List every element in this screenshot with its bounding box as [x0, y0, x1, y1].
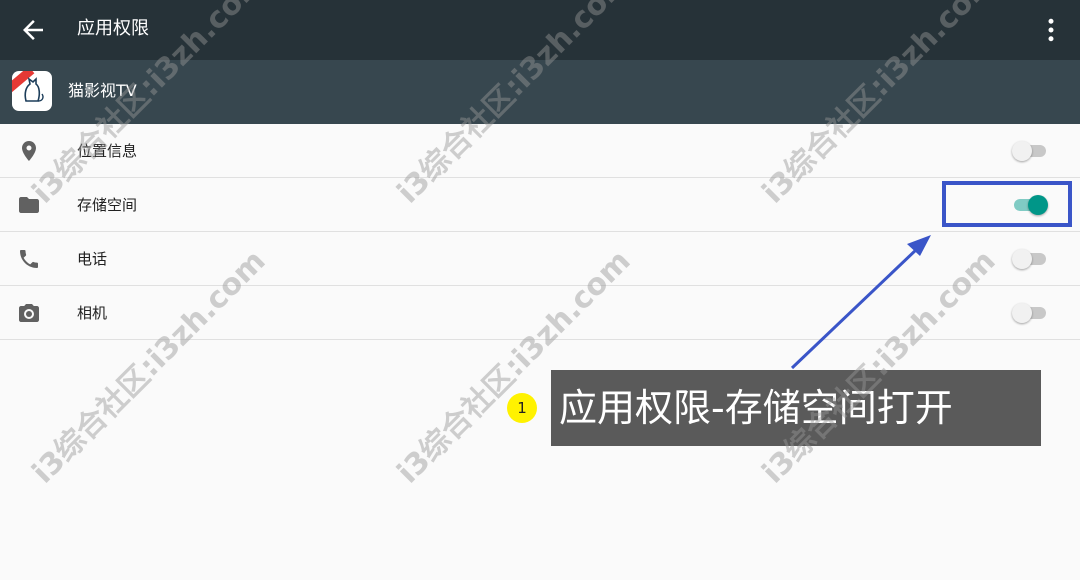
permission-row-storage[interactable]: 存储空间: [0, 178, 1080, 232]
highlight-box: [942, 181, 1072, 227]
more-vert-icon[interactable]: [1036, 15, 1066, 45]
app-header: 猫影视TV: [0, 60, 1080, 124]
app-name: 猫影视TV: [68, 81, 137, 100]
page-title: 应用权限: [77, 18, 149, 39]
permission-toggle[interactable]: [1012, 249, 1048, 269]
permission-label: 位置信息: [77, 142, 138, 160]
folder-icon: [19, 197, 39, 213]
arrow-back-icon[interactable]: [18, 15, 48, 45]
annotation-callout: 应用权限-存储空间打开: [551, 370, 1041, 446]
permission-label: 存储空间: [77, 196, 138, 214]
permission-row-phone[interactable]: 电话: [0, 232, 1080, 286]
permission-toggle[interactable]: [1012, 141, 1048, 161]
location-pin-icon: [22, 141, 36, 161]
permission-row-location[interactable]: 位置信息: [0, 124, 1080, 178]
permission-label: 电话: [77, 250, 108, 268]
permission-list: 位置信息 存储空间 电话 相机: [0, 124, 1080, 340]
permission-toggle[interactable]: [1012, 303, 1048, 323]
phone-icon: [20, 250, 38, 268]
permission-row-camera[interactable]: 相机: [0, 286, 1080, 340]
app-bar: 应用权限: [0, 0, 1080, 60]
permission-label: 相机: [77, 304, 108, 322]
camera-icon: [19, 304, 39, 322]
cat-app-icon: [12, 71, 52, 111]
step-number-badge: 1: [507, 393, 537, 423]
